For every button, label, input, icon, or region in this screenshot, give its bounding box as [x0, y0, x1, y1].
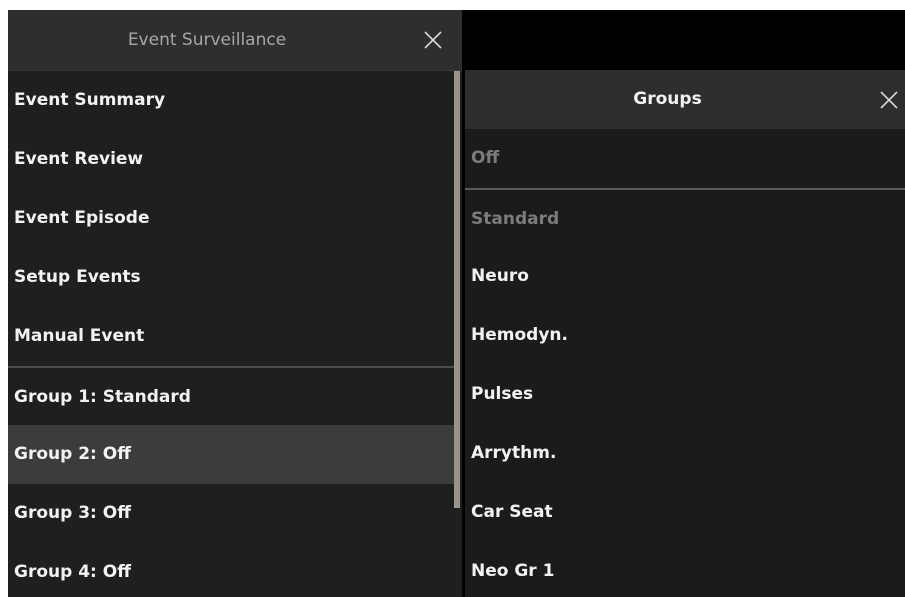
- close-icon[interactable]: [878, 89, 900, 111]
- group-option-car-seat[interactable]: Car Seat: [465, 483, 905, 542]
- menu-item-event-episode[interactable]: Event Episode: [8, 189, 454, 248]
- menu-item-event-summary[interactable]: Event Summary: [8, 71, 454, 130]
- group-option-standard: Standard: [465, 188, 905, 247]
- menu-item-manual-event[interactable]: Manual Event: [8, 307, 454, 366]
- menu-item-group-2[interactable]: Group 2: Off: [8, 425, 454, 484]
- groups-header: Groups: [465, 70, 905, 129]
- menu-item-group-1[interactable]: Group 1: Standard: [8, 366, 454, 425]
- group-option-off: Off: [471, 148, 500, 168]
- menu-item-group-4[interactable]: Group 4: Off: [8, 543, 454, 597]
- monitor-screen: Event Surveillance Event Summary Event R…: [8, 10, 905, 597]
- menu-item-group-3[interactable]: Group 3: Off: [8, 484, 454, 543]
- close-icon[interactable]: [422, 29, 444, 51]
- group-option-neo-gr-1[interactable]: Neo Gr 1: [465, 542, 905, 597]
- group-option-pulses[interactable]: Pulses: [465, 365, 905, 424]
- groups-list: Off Standard Neuro Hemodyn. Pulses Arryt…: [465, 129, 905, 597]
- event-menu-list: Event Summary Event Review Event Episode…: [8, 71, 454, 597]
- groups-title: Groups: [633, 89, 702, 109]
- group-option-hemodyn[interactable]: Hemodyn.: [465, 306, 905, 365]
- group-option-arrythm[interactable]: Arrythm.: [465, 424, 905, 483]
- menu-item-event-review[interactable]: Event Review: [8, 130, 454, 189]
- scrollbar[interactable]: [454, 71, 460, 508]
- event-surveillance-header: Event Surveillance: [8, 10, 462, 71]
- menu-item-setup-events[interactable]: Setup Events: [8, 248, 454, 307]
- groups-panel: Groups Off Standard Neuro Hemodyn. Pulse…: [462, 70, 905, 597]
- event-surveillance-panel: Event Surveillance Event Summary Event R…: [8, 10, 462, 597]
- group-option-neuro[interactable]: Neuro: [465, 247, 905, 306]
- panel-title: Event Surveillance: [127, 30, 287, 50]
